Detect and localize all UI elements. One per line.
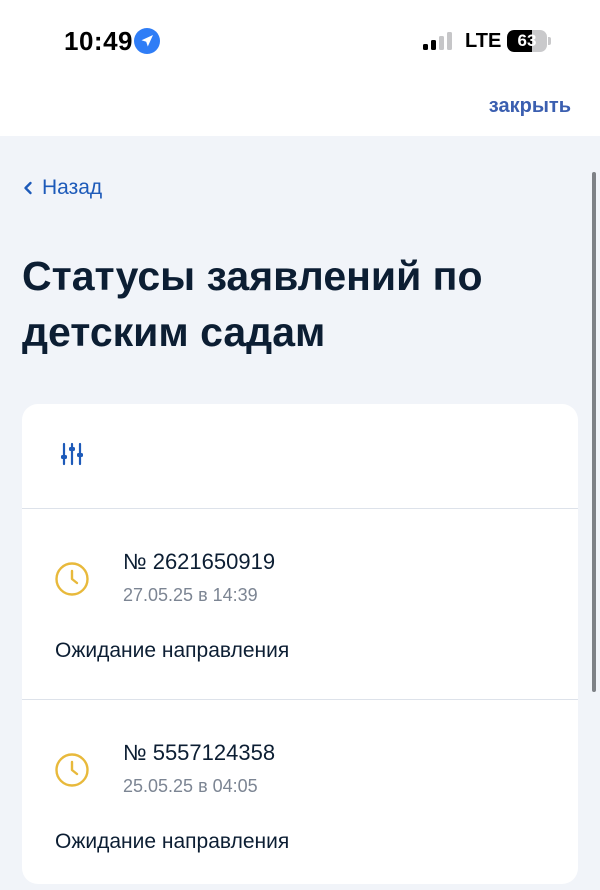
location-arrow-icon	[134, 28, 160, 54]
battery-icon: 63	[507, 30, 551, 52]
signal-bar-1	[423, 44, 428, 50]
page-title: Статусы заявлений по детским садам	[22, 253, 483, 355]
status-bar: 10:49 LTE 63	[0, 0, 600, 80]
cellular-signal-icon	[423, 32, 452, 50]
chevron-left-icon	[24, 181, 32, 195]
signal-bar-2	[431, 40, 436, 50]
close-button[interactable]: закрыть	[489, 95, 571, 118]
signal-bar-4	[447, 32, 452, 50]
status-time: 10:49	[64, 26, 133, 56]
clock-icon	[55, 562, 89, 596]
application-status: Ожидание направления	[55, 830, 290, 853]
application-item[interactable]: № 2621650919 27.05.25 в 14:39 Ожидание н…	[22, 509, 578, 699]
signal-bar-3	[439, 36, 444, 50]
application-number: № 2621650919	[123, 549, 276, 574]
battery-level: 63	[517, 31, 537, 50]
application-status: Ожидание направления	[55, 639, 290, 662]
application-number: № 5557124358	[123, 740, 276, 765]
clock-icon	[55, 753, 89, 787]
back-button[interactable]: Назад	[22, 174, 102, 202]
network-type: LTE	[465, 30, 502, 52]
application-item[interactable]: № 5557124358 25.05.25 в 04:05 Ожидание н…	[22, 700, 578, 890]
back-label: Назад	[42, 176, 103, 199]
filter-settings-icon[interactable]	[58, 440, 86, 468]
application-date: 27.05.25 в 14:39	[123, 585, 258, 605]
application-date: 25.05.25 в 04:05	[123, 776, 258, 796]
scroll-indicator	[592, 172, 596, 692]
applications-card: № 2621650919 27.05.25 в 14:39 Ожидание н…	[22, 404, 578, 884]
top-bar: закрыть	[0, 80, 600, 136]
